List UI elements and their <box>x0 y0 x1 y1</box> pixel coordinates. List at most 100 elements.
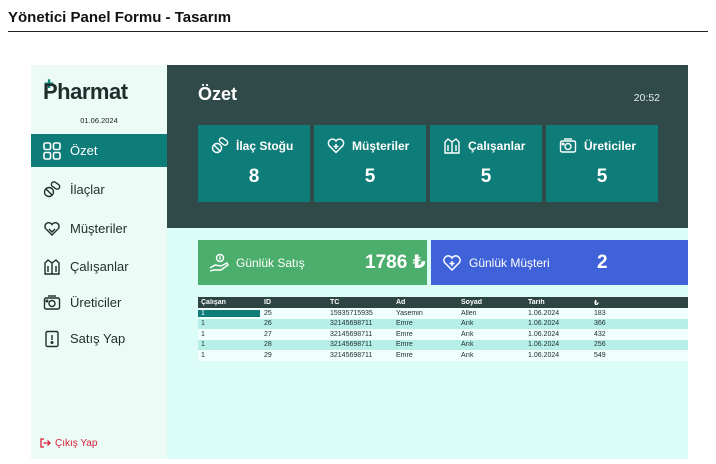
table-cell: Emre <box>396 330 413 338</box>
sidebar: ✚ Pharmat 01.06.2024 Özet İlaçlar Müşter… <box>31 65 167 459</box>
staff-coat-icon <box>444 138 460 154</box>
table-cell: 1 <box>201 330 205 338</box>
daily-customers-panel[interactable]: Günlük Müşteri 2 <box>431 240 688 285</box>
table-cell: 15935715935 <box>330 309 373 317</box>
table-cell: Arık <box>461 330 474 338</box>
table-cell: Arık <box>461 341 474 349</box>
heart-icon <box>327 138 345 154</box>
heart-icon <box>443 254 461 271</box>
app-logo: Pharmat <box>43 79 128 104</box>
card-value: 5 <box>364 166 376 187</box>
sidebar-item-label: Özet <box>70 143 98 158</box>
daily-customers-label: Günlük Müşteri <box>469 255 550 270</box>
table-cell: 26 <box>264 320 272 328</box>
table-cell: 256 <box>594 341 606 349</box>
table-cell: 1.06.2024 <box>528 341 560 349</box>
table-cell: 1.06.2024 <box>528 330 560 338</box>
table-row[interactable]: 1 25 15935715935 Yasemin Allen 1.06.2024… <box>198 308 688 319</box>
sidebar-item-label: Satış Yap <box>70 331 126 346</box>
card-musteriler[interactable]: Müşteriler 5 <box>314 125 426 202</box>
sidebar-item-ureticiler[interactable]: Üreticiler <box>31 286 167 319</box>
table-row[interactable]: 1 29 32145698711 Emre Arık 1.06.2024 549 <box>198 350 688 361</box>
table-cell: 32145698711 <box>330 351 373 359</box>
admin-panel-window: ✚ Pharmat 01.06.2024 Özet İlaçlar Müşter… <box>31 65 688 459</box>
card-calisanlar[interactable]: Çalışanlar 5 <box>430 125 542 202</box>
table-cell: Emre <box>396 351 413 359</box>
heart-hands-icon <box>44 221 60 236</box>
table-cell: Allen <box>461 309 477 317</box>
card-label: Üreticiler <box>584 139 637 153</box>
title-divider <box>8 31 708 32</box>
clock: 20:52 <box>633 92 660 104</box>
sidebar-item-calisanlar[interactable]: Çalışanlar <box>31 250 167 283</box>
current-date: 01.06.2024 <box>80 116 118 125</box>
table-cell: 28 <box>264 341 272 349</box>
card-value: 5 <box>480 166 492 187</box>
logout-label: Çıkış Yap <box>55 437 98 449</box>
pills-icon <box>43 180 61 197</box>
column-header[interactable]: ₺ <box>594 299 688 307</box>
table-cell: 183 <box>594 309 606 317</box>
page-title: Özet <box>198 84 238 104</box>
table-cell: Yasemin <box>396 309 423 317</box>
column-header[interactable]: Ad <box>396 299 461 306</box>
table-cell: 1 <box>201 320 205 328</box>
sidebar-item-satis-yap[interactable]: Satış Yap <box>31 322 167 355</box>
table-cell: 25 <box>264 309 272 317</box>
table-cell: 29 <box>264 351 272 359</box>
table-row[interactable]: 1 28 32145698711 Emre Arık 1.06.2024 256 <box>198 339 688 350</box>
receipt-icon <box>45 330 59 347</box>
table-cell: Arık <box>461 320 474 328</box>
column-header[interactable]: Soyad <box>461 299 528 306</box>
dashboard-grid-icon <box>43 141 61 160</box>
card-label: Çalışanlar <box>468 139 526 153</box>
card-ilac-stogu[interactable]: İlaç Stoğu 8 <box>198 125 310 202</box>
daily-sales-label: Günlük Satış <box>236 255 305 270</box>
card-value: 8 <box>248 166 260 187</box>
logout-icon <box>40 438 51 448</box>
daily-sales-panel[interactable]: Günlük Satış 1786 ₺ <box>198 240 427 285</box>
document-title: Yönetici Panel Formu - Tasarım <box>8 9 232 26</box>
sidebar-item-ilaclar[interactable]: İlaçlar <box>31 173 167 206</box>
table-cell: 27 <box>264 330 272 338</box>
table-cell: 1.06.2024 <box>528 309 560 317</box>
column-header[interactable]: Tarih <box>528 299 594 306</box>
table-cell: 432 <box>594 330 606 338</box>
sidebar-item-label: Çalışanlar <box>70 259 129 274</box>
card-value: 5 <box>596 166 608 187</box>
table-cell: 1.06.2024 <box>528 320 560 328</box>
sidebar-item-label: İlaçlar <box>70 182 105 197</box>
staff-coat-icon <box>44 258 60 275</box>
card-label: İlaç Stoğu <box>236 139 294 153</box>
factory-icon <box>43 294 61 310</box>
table-cell: 549 <box>594 351 606 359</box>
card-label: Müşteriler <box>352 139 410 153</box>
card-ureticiler[interactable]: Üreticiler 5 <box>546 125 658 202</box>
table-cell: 1.06.2024 <box>528 351 560 359</box>
table-cell: 1 <box>201 351 205 359</box>
table-cell: 32145698711 <box>330 320 373 328</box>
table-cell: 1 <box>201 341 205 349</box>
table-cell: Emre <box>396 320 413 328</box>
daily-sales-value: 1786 ₺ <box>365 252 426 273</box>
pills-icon <box>211 137 229 154</box>
table-header: Çalışan ID TC Ad Soyad Tarih ₺ <box>198 297 688 308</box>
column-header[interactable]: ID <box>264 299 330 306</box>
table-cell: 32145698711 <box>330 341 373 349</box>
sidebar-item-label: Üreticiler <box>70 295 122 310</box>
hand-money-icon <box>209 253 229 272</box>
table-cell-selected[interactable]: 1 <box>198 309 260 317</box>
logout-button[interactable]: Çıkış Yap <box>39 437 97 449</box>
sidebar-item-musteriler[interactable]: Müşteriler <box>31 212 167 245</box>
column-header[interactable]: Çalışan <box>198 299 264 306</box>
table-cell: Emre <box>396 341 413 349</box>
table-cell: 366 <box>594 320 606 328</box>
factory-icon <box>559 138 577 153</box>
sales-table[interactable]: Çalışan ID TC Ad Soyad Tarih ₺ 1 25 1593… <box>198 297 688 361</box>
sidebar-item-label: Müşteriler <box>70 221 128 236</box>
sidebar-item-ozet[interactable]: Özet <box>31 134 167 167</box>
table-row[interactable]: 1 27 32145698711 Emre Arık 1.06.2024 432 <box>198 329 688 340</box>
daily-customers-value: 2 <box>597 251 608 273</box>
table-row[interactable]: 1 26 32145698711 Emre Arık 1.06.2024 366 <box>198 318 688 329</box>
column-header[interactable]: TC <box>330 299 396 306</box>
